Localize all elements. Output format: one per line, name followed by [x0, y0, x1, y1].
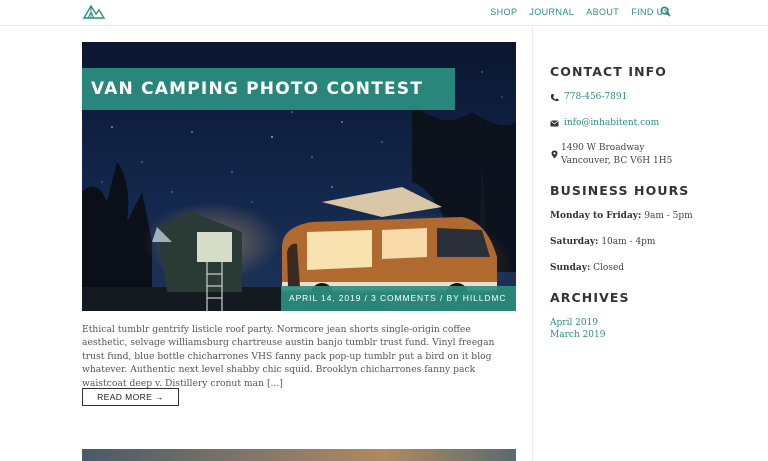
hours-label: Monday to Friday:: [550, 211, 642, 221]
phone-link[interactable]: 778-456-7891: [564, 92, 627, 102]
nav-item-journal[interactable]: JOURNAL: [529, 7, 574, 17]
phone-icon: [550, 94, 559, 102]
main-nav: SHOP JOURNAL ABOUT FIND US: [490, 7, 670, 17]
address-line-1: 1490 W Broadway: [561, 143, 645, 153]
archive-link-march-2019[interactable]: March 2019: [550, 330, 606, 340]
envelope-icon: [550, 120, 559, 127]
nav-item-about[interactable]: ABOUT: [586, 7, 619, 17]
hours-value: Closed: [593, 263, 625, 273]
map-marker-icon: [551, 150, 558, 159]
hours-row: Monday to Friday: 9am - 5pm: [550, 211, 693, 221]
next-post-image[interactable]: [82, 449, 516, 461]
post-excerpt: Ethical tumblr gentrify listicle roof pa…: [82, 324, 495, 389]
hours-row: Saturday: 10am - 4pm: [550, 237, 655, 247]
column-divider: [532, 27, 533, 461]
read-more-button[interactable]: READ MORE →: [82, 388, 179, 406]
tent-logo-icon[interactable]: [82, 3, 106, 20]
hours-value: 10am - 4pm: [601, 237, 656, 247]
hours-label: Saturday:: [550, 237, 599, 247]
archives-heading: ARCHIVES: [550, 290, 630, 305]
nav-item-shop[interactable]: SHOP: [490, 7, 517, 17]
post-meta: APRIL 14, 2019 / 3 COMMENTS / BY HILLDMC: [281, 286, 516, 311]
email-link[interactable]: info@inhabitent.com: [564, 118, 659, 128]
hours-value: 9am - 5pm: [644, 211, 693, 221]
hours-label: Sunday:: [550, 263, 591, 273]
business-hours-heading: BUSINESS HOURS: [550, 183, 690, 198]
search-icon[interactable]: [660, 6, 671, 17]
post-title[interactable]: VAN CAMPING PHOTO CONTEST: [82, 68, 455, 110]
site-header: SHOP JOURNAL ABOUT FIND US: [0, 0, 768, 26]
address-line-2: Vancouver, BC V6H 1H5: [561, 156, 673, 166]
archive-link-april-2019[interactable]: April 2019: [550, 318, 598, 328]
hours-row: Sunday: Closed: [550, 263, 624, 273]
contact-info-heading: CONTACT INFO: [550, 64, 668, 79]
